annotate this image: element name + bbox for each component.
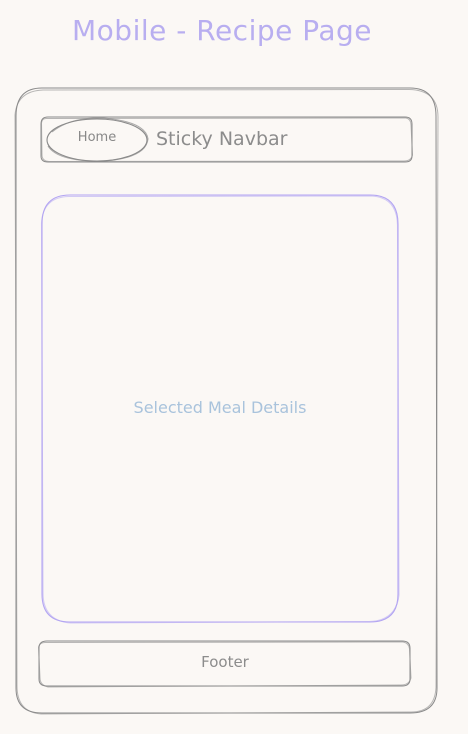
- wireframe-sketch: [14, 87, 439, 715]
- navbar-label: Sticky Navbar: [156, 128, 288, 150]
- footer-label: Footer: [201, 653, 249, 671]
- details-label: Selected Meal Details: [133, 398, 307, 417]
- home-link[interactable]: Home: [48, 130, 146, 145]
